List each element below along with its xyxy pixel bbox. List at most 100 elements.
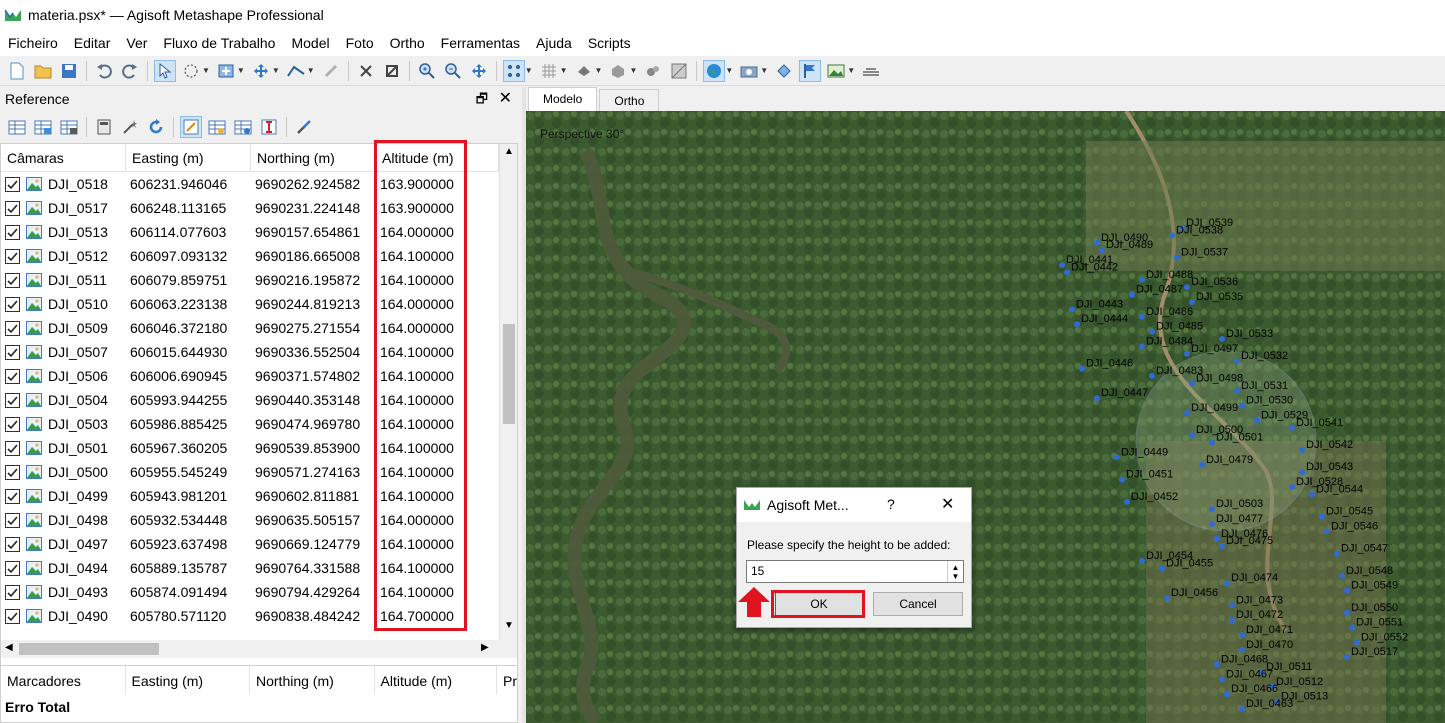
chevron-down-icon[interactable]: ▼	[760, 66, 768, 75]
camera-point[interactable]	[1224, 580, 1230, 587]
zoom-out-icon[interactable]	[442, 60, 464, 82]
camera-point[interactable]	[1094, 395, 1100, 402]
table-row[interactable]: DJI_0510 606063.223138 9690244.819213 164.0…	[1, 292, 499, 316]
scroll-left-icon[interactable]: ◀	[5, 642, 13, 653]
spin-up-icon[interactable]: ▲	[952, 563, 960, 572]
camera-point[interactable]	[1239, 402, 1245, 409]
point-cloud-icon[interactable]	[642, 60, 664, 82]
menu-ajuda[interactable]: Ajuda	[528, 30, 580, 56]
chevron-down-icon[interactable]: ▼	[629, 66, 637, 75]
camera-point[interactable]	[1099, 247, 1105, 254]
cut-icon[interactable]	[355, 60, 377, 82]
model-view[interactable]: DJI_0539 DJI_0538 DJI_0490 DJI_0489 DJI_0537…	[526, 111, 1445, 723]
height-spinbox[interactable]: 15 ▲ ▼	[746, 560, 964, 583]
checkbox[interactable]	[5, 224, 20, 240]
layers-icon[interactable]	[860, 60, 882, 82]
table-row[interactable]: DJI_0497 605923.637498 9690669.124779 164.1…	[1, 532, 499, 556]
chevron-down-icon[interactable]: ▼	[847, 66, 855, 75]
camera-point[interactable]	[1334, 550, 1340, 557]
close-icon[interactable]: ✕	[941, 494, 954, 514]
checkbox[interactable]	[5, 368, 20, 384]
checkbox[interactable]	[5, 320, 20, 336]
camera-point[interactable]	[1344, 609, 1350, 616]
menu-ferramentas[interactable]: Ferramentas	[433, 30, 528, 56]
tiled-model-icon[interactable]	[607, 60, 629, 82]
column-header-northing[interactable]: Northing (m)	[250, 666, 375, 694]
table-row[interactable]: DJI_0507 606015.644930 9690336.552504 164.1…	[1, 340, 499, 364]
table-row[interactable]: DJI_0518 606231.946046 9690262.924582 163.9…	[1, 172, 499, 196]
checkbox[interactable]	[5, 488, 20, 504]
chevron-down-icon[interactable]: ▼	[237, 66, 245, 75]
grid-icon[interactable]	[538, 60, 560, 82]
checkbox[interactable]	[5, 176, 20, 192]
column-header-northing[interactable]: Northing (m)	[251, 144, 376, 172]
move-icon[interactable]	[250, 60, 272, 82]
camera-view-icon[interactable]	[738, 60, 760, 82]
camera-point[interactable]	[1214, 661, 1220, 668]
menu-ficheiro[interactable]: Ficheiro	[0, 30, 66, 56]
select-pointer-icon[interactable]	[154, 59, 176, 82]
menu-model[interactable]: Model	[283, 30, 337, 56]
crop-icon[interactable]	[381, 60, 403, 82]
camera-point[interactable]	[1239, 632, 1245, 638]
height-value[interactable]: 15	[751, 564, 764, 578]
table-row[interactable]: DJI_0506 606006.690945 9690371.574802 164.1…	[1, 364, 499, 388]
camera-point[interactable]	[1254, 417, 1260, 424]
view-estimated-icon[interactable]	[206, 116, 228, 138]
camera-point[interactable]	[1164, 595, 1170, 601]
camera-point[interactable]	[1219, 336, 1225, 342]
markers-flag-icon[interactable]	[799, 59, 822, 82]
camera-point[interactable]	[1239, 706, 1245, 712]
camera-point[interactable]	[1149, 373, 1155, 379]
camera-point[interactable]	[1224, 691, 1230, 698]
help-button[interactable]: ?	[887, 496, 895, 512]
scroll-up-icon[interactable]: ▲	[504, 146, 514, 157]
scrollbar-thumb[interactable]	[19, 643, 159, 655]
table-row[interactable]: DJI_0494 605889.135787 9690764.331588 164.1…	[1, 556, 499, 580]
table-row[interactable]: DJI_0499 605943.981201 9690602.811881 164.1…	[1, 484, 499, 508]
checkbox[interactable]	[5, 392, 20, 408]
checkbox[interactable]	[5, 344, 20, 360]
wand-icon[interactable]	[119, 116, 141, 138]
chevron-down-icon[interactable]: ▼	[595, 66, 603, 75]
camera-point[interactable]	[1064, 269, 1070, 276]
checkbox[interactable]	[5, 296, 20, 312]
camera-point[interactable]	[1319, 513, 1325, 520]
camera-point[interactable]	[1289, 484, 1295, 490]
menu-editar[interactable]: Editar	[66, 30, 119, 56]
save-icon[interactable]	[58, 60, 80, 82]
checkbox[interactable]	[5, 248, 20, 264]
camera-point[interactable]	[1344, 654, 1350, 661]
camera-point[interactable]	[1339, 572, 1345, 579]
camera-point[interactable]	[1184, 410, 1190, 416]
camera-point[interactable]	[1184, 284, 1190, 291]
camera-point[interactable]	[1229, 617, 1235, 624]
camera-point[interactable]	[1129, 291, 1135, 298]
chevron-down-icon[interactable]: ▼	[307, 66, 315, 75]
camera-point[interactable]	[1074, 321, 1080, 328]
menu-scripts[interactable]: Scripts	[580, 30, 639, 56]
camera-point[interactable]	[1289, 424, 1295, 431]
checkbox[interactable]	[5, 272, 20, 288]
new-file-icon[interactable]	[6, 60, 28, 82]
camera-point[interactable]	[1139, 343, 1145, 350]
redo-icon[interactable]	[119, 60, 141, 82]
pencil-icon[interactable]	[320, 60, 342, 82]
table-row[interactable]: DJI_0498 605932.534448 9690635.505157 164.0…	[1, 508, 499, 532]
camera-point[interactable]	[1234, 358, 1240, 365]
menu-ortho[interactable]: Ortho	[382, 30, 433, 56]
scroll-down-icon[interactable]: ▼	[504, 620, 514, 631]
camera-point[interactable]	[1139, 558, 1145, 564]
undo-icon[interactable]	[93, 60, 115, 82]
export-reference-icon[interactable]	[32, 116, 54, 138]
camera-point[interactable]	[1209, 521, 1215, 527]
camera-point[interactable]	[1309, 491, 1315, 498]
column-header-precision[interactable]: Pr	[497, 666, 517, 694]
shapes-icon[interactable]	[773, 60, 795, 82]
camera-point[interactable]	[1189, 380, 1195, 387]
camera-point[interactable]	[1159, 565, 1165, 572]
menu-foto[interactable]: Foto	[338, 30, 382, 56]
table-row[interactable]: DJI_0500 605955.545249 9690571.274163 164.1…	[1, 460, 499, 484]
table-row[interactable]: DJI_0512 606097.093132 9690186.665008 164.1…	[1, 244, 499, 268]
open-folder-icon[interactable]	[32, 60, 54, 82]
